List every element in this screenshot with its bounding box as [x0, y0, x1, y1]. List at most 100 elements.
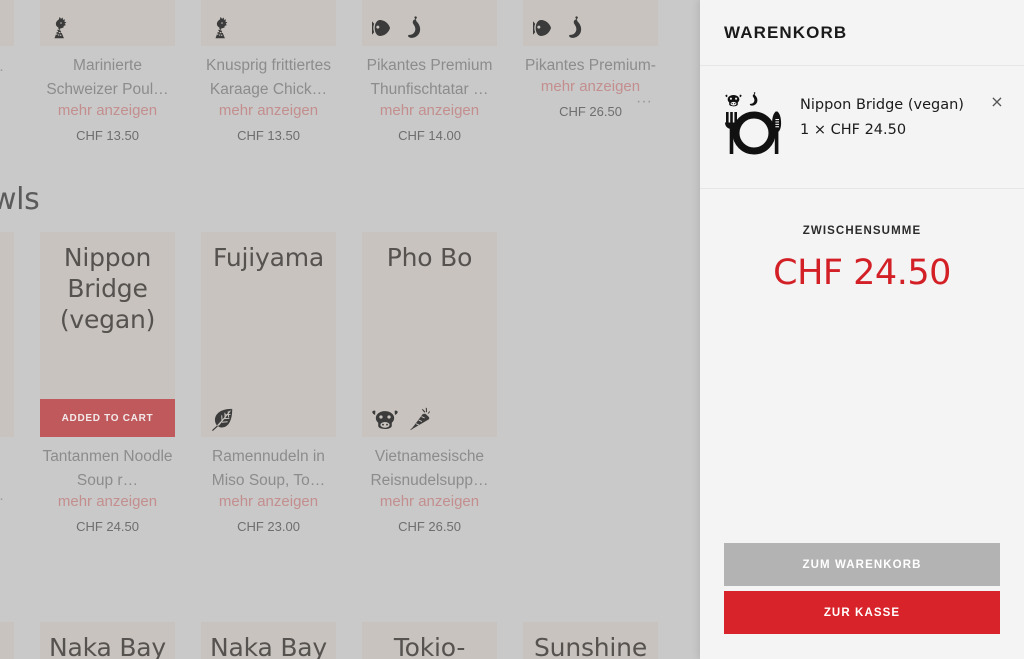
carrot-icon [410, 407, 431, 431]
subtotal-label: ZWISCHENSUMME [802, 225, 922, 237]
product-diet-icons [372, 16, 424, 40]
product-price: CHF 26.50 [398, 519, 461, 534]
partial-card-left-top [0, 0, 14, 46]
dish-title: Naka Bay [49, 633, 166, 659]
dish-title: Naka Bay [210, 633, 327, 659]
product-price: CHF 24.50 [76, 519, 139, 534]
product-image: Nippon Bridge (vegan) ADDED TO CART [40, 232, 175, 437]
product-card-fujiyama[interactable]: Fujiyama Ramennudeln in Miso Soup, To… m… [201, 232, 336, 538]
show-more-link[interactable]: mehr anzeigen [40, 101, 175, 121]
product-catalog: Marinierte Schweizer Poul… mehr anzeigen… [0, 0, 700, 659]
dish-title: Sunshine [534, 633, 647, 659]
product-price: CHF 14.00 [398, 128, 461, 143]
product-name: Tantanmen Noodle Soup r… [42, 448, 173, 489]
fish-icon [533, 20, 552, 36]
show-more-link[interactable]: mehr anzeigen [362, 101, 497, 121]
show-more-link[interactable]: mehr anzeigen [362, 492, 497, 512]
product-details: Tantanmen Noodle Soup r… mehr anzeigen C… [40, 437, 175, 538]
cart-item-thumbnail [722, 92, 796, 162]
product-image: Naka Bay [201, 622, 336, 659]
product-card[interactable]: Pikantes Premium Thunfischtatar … mehr a… [362, 0, 497, 147]
product-details: Vietnamesische Reisnudelsupp… mehr anzei… [362, 437, 497, 538]
chili-icon [749, 92, 758, 106]
product-name: Pikantes Premium- [525, 57, 656, 74]
cart-item-quantity-price: 1 × CHF 24.50 [800, 122, 907, 138]
product-details: Ramennudeln in Miso Soup, To… mehr anzei… [201, 437, 336, 538]
dish-title: Pho Bo [386, 243, 473, 272]
product-row-next: Naka Bay Naka Bay Tokio- Sunshine [0, 622, 700, 659]
cart-subtotal: ZWISCHENSUMME CHF 24.50 [700, 189, 1024, 293]
product-image [523, 0, 658, 46]
checkout-button[interactable]: ZUR KASSE [724, 591, 1000, 634]
view-cart-button[interactable]: ZUM WARENKORB [724, 543, 1000, 586]
remove-item-icon[interactable]: × [984, 92, 1010, 110]
product-image: Tokio- [362, 622, 497, 659]
product-row-bowls: Nippon Bridge (vegan) ADDED TO CART Tant… [0, 232, 700, 562]
product-card-nippon-bridge[interactable]: Nippon Bridge (vegan) ADDED TO CART Tant… [40, 232, 175, 538]
product-diet-icons [533, 16, 585, 40]
product-image: Fujiyama [201, 232, 336, 437]
product-price: CHF 13.50 [237, 128, 300, 143]
chicken-icon [215, 16, 228, 39]
product-card[interactable]: Sunshine [523, 622, 658, 659]
product-name: Knusprig frittiertes Karaage Chick… [206, 57, 331, 98]
product-card[interactable]: Marinierte Schweizer Poul… mehr anzeigen… [40, 0, 175, 147]
product-price: CHF 23.00 [237, 519, 300, 534]
leaf-icon [212, 408, 233, 431]
show-more-link[interactable]: mehr anzeigen [201, 492, 336, 512]
added-to-cart-button[interactable]: ADDED TO CART [40, 399, 175, 437]
dish-title: Tokio- [393, 633, 466, 659]
product-name: Pikantes Premium Thunfischtatar … [366, 57, 493, 98]
product-diet-icons [211, 16, 232, 40]
product-image: Naka Bay [40, 622, 175, 659]
chicken-icon [54, 16, 67, 39]
product-diet-icons [50, 16, 71, 40]
product-image: Sunshine [523, 622, 658, 659]
product-card-pho-bo[interactable]: Pho Bo Vietnamesische Reisnudelsupp… meh… [362, 232, 497, 538]
dish-title: Nippon Bridge (vegan) [59, 243, 156, 334]
product-card[interactable]: Naka Bay [201, 622, 336, 659]
product-name: Marinierte Schweizer Poul… [46, 57, 169, 98]
product-name: Ramennudeln in Miso Soup, To… [211, 448, 326, 489]
chili-icon [408, 16, 421, 38]
partial-card-text-left-bowls: ·· [0, 487, 4, 511]
product-diet-icons [372, 407, 431, 431]
product-details: Pikantes Premium Thunfischtatar … mehr a… [362, 46, 497, 147]
cart-title: WARENKORB [724, 22, 848, 42]
fish-icon [372, 20, 391, 36]
cart-header: WARENKORB [700, 0, 1024, 66]
partial-card-left-bowls [0, 232, 14, 437]
cow-icon [372, 410, 398, 429]
product-price: CHF 13.50 [76, 128, 139, 143]
cart-item-list: Nippon Bridge (vegan) 1 × CHF 24.50 × [700, 66, 1024, 189]
product-card[interactable]: Naka Bay [40, 622, 175, 659]
cart-panel: WARENKORB Nippon Bridge (vegan) 1 × CHF … [700, 0, 1024, 659]
cow-icon [725, 94, 742, 107]
product-name: Vietnamesische Reisnudelsupp… [370, 448, 489, 489]
partial-card-left-next [0, 622, 14, 659]
product-details: Knusprig frittiertes Karaage Chick… mehr… [201, 46, 336, 147]
cart-spacer [700, 293, 1024, 543]
app-screen: Marinierte Schweizer Poul… mehr anzeigen… [0, 0, 1024, 659]
product-row-skewers: Marinierte Schweizer Poul… mehr anzeigen… [0, 0, 700, 170]
product-diet-icons [211, 407, 235, 431]
product-card[interactable]: Knusprig frittiertes Karaage Chick… mehr… [201, 0, 336, 147]
product-card[interactable]: Tokio- [362, 622, 497, 659]
dish-title: Fujiyama [213, 243, 324, 272]
cart-item: Nippon Bridge (vegan) 1 × CHF 24.50 × [700, 66, 1024, 188]
product-details: Marinierte Schweizer Poul… mehr anzeigen… [40, 46, 175, 147]
cart-item-info: Nippon Bridge (vegan) 1 × CHF 24.50 [796, 92, 984, 142]
show-more-link[interactable]: mehr anzeigen [40, 492, 175, 512]
show-more-link[interactable]: mehr anzeigen [201, 101, 336, 121]
product-image [362, 0, 497, 46]
partial-card-text-left: ·· [0, 58, 4, 82]
cart-actions: ZUM WARENKORB ZUR KASSE [700, 543, 1024, 659]
product-image [201, 0, 336, 46]
partial-card-ellipsis-right: ··· [636, 93, 652, 110]
product-image: Pho Bo [362, 232, 497, 437]
chili-icon [569, 16, 582, 38]
plate-cutlery-icon [722, 108, 786, 163]
section-title-bowls: wls [0, 182, 40, 217]
cart-item-name: Nippon Bridge (vegan) [800, 97, 964, 113]
product-image [40, 0, 175, 46]
